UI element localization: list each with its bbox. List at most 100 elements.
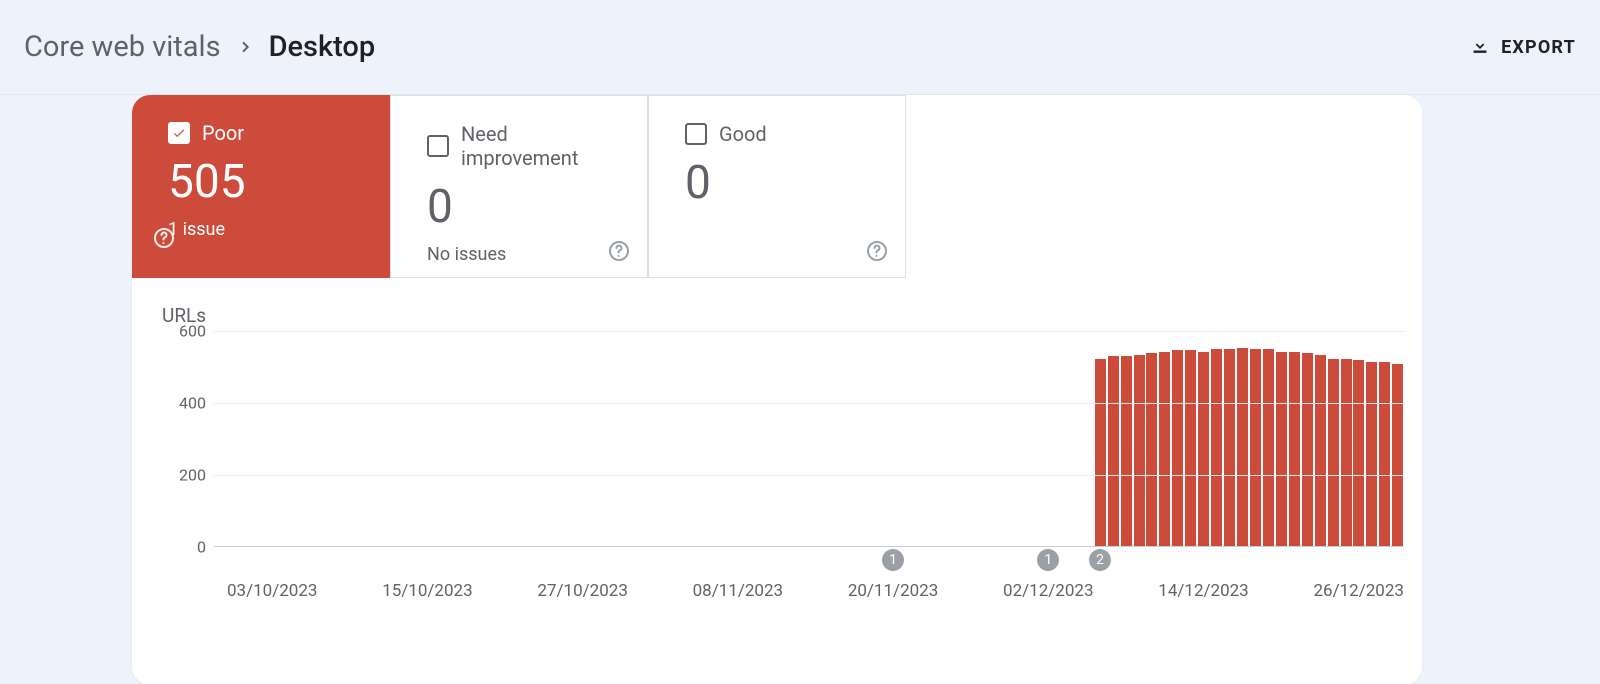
- chart-annotation-badge[interactable]: 1: [1037, 549, 1059, 571]
- chart-bar-slot: [253, 331, 266, 546]
- chart-bar-slot: [641, 331, 654, 546]
- export-label: EXPORT: [1501, 37, 1576, 58]
- chart-bar[interactable]: [1289, 352, 1300, 546]
- chart-bar-slot: [900, 331, 913, 546]
- status-value: 0: [427, 180, 617, 234]
- chart-bar-slot: [589, 331, 602, 546]
- chart-bar[interactable]: [1237, 348, 1248, 546]
- chart-bar-slot: [499, 331, 512, 546]
- status-box-poor[interactable]: Poor 505 1 issue: [132, 95, 390, 278]
- chart-bar-slot: [486, 331, 499, 546]
- chart-bar[interactable]: [1159, 352, 1170, 546]
- chart-bar-slot: [913, 331, 926, 546]
- chart-gridline: [214, 403, 1404, 404]
- chart-bar-slot: [343, 331, 356, 546]
- chart-bar[interactable]: [1121, 356, 1132, 546]
- chart-bar-slot: [654, 331, 667, 546]
- chart-bar-slot: [330, 331, 343, 546]
- breadcrumb-parent[interactable]: Core web vitals: [24, 30, 221, 64]
- chart-x-tick: 15/10/2023: [382, 581, 472, 601]
- chart-bar-slot: [563, 331, 576, 546]
- chart-bar-slot: [680, 331, 693, 546]
- chart-bar-slot: [1146, 331, 1159, 546]
- chart-bar[interactable]: [1263, 349, 1274, 546]
- chart-bar-slot: [356, 331, 369, 546]
- chart-bar-slot: [369, 331, 382, 546]
- chart-bar-slot: [719, 331, 732, 546]
- checkbox-poor[interactable]: [168, 122, 190, 144]
- chart-bar-slot: [1094, 331, 1107, 546]
- help-icon[interactable]: [865, 239, 889, 263]
- chart-bar[interactable]: [1134, 355, 1145, 546]
- breadcrumb-current: Desktop: [269, 30, 376, 64]
- chart-bar[interactable]: [1172, 350, 1183, 546]
- help-icon[interactable]: [607, 239, 631, 263]
- chart-x-tick: 27/10/2023: [537, 581, 627, 601]
- chart-bar-slot: [1275, 331, 1288, 546]
- chart-gridline: [214, 475, 1404, 476]
- chart-bar-slot: [1340, 331, 1353, 546]
- chart-bar[interactable]: [1276, 352, 1287, 546]
- chart-x-tick: 03/10/2023: [227, 581, 317, 601]
- chart-bar[interactable]: [1146, 353, 1157, 546]
- chart-bar[interactable]: [1185, 350, 1196, 546]
- chart-bar[interactable]: [1315, 355, 1326, 546]
- chart-bar[interactable]: [1341, 359, 1352, 546]
- chart-y-axis-label: URLs: [162, 304, 1404, 327]
- chart-y-tick: 600: [179, 322, 206, 341]
- chart-bars: [214, 331, 1404, 546]
- chart-y-ticks: 0200400600: [156, 331, 206, 547]
- chart-y-tick: 400: [179, 394, 206, 413]
- chart-bar[interactable]: [1302, 353, 1313, 546]
- status-box-need-improvement[interactable]: Need improvement 0 No issues: [390, 95, 648, 278]
- chart-annotation-badge[interactable]: 1: [882, 549, 904, 571]
- chart-bar-slot: [1042, 331, 1055, 546]
- status-box-good[interactable]: Good 0: [648, 95, 906, 278]
- chart-bar[interactable]: [1211, 349, 1222, 546]
- chart-bar-slot: [693, 331, 706, 546]
- chart-bar[interactable]: [1095, 359, 1106, 546]
- chart-bar-slot: [1016, 331, 1029, 546]
- chart-bar-slot: [1249, 331, 1262, 546]
- chart-bar-slot: [822, 331, 835, 546]
- help-icon[interactable]: [152, 235, 176, 254]
- chart-bar-slot: [292, 331, 305, 546]
- chart-bar[interactable]: [1198, 352, 1209, 546]
- chart-plot[interactable]: [214, 331, 1404, 547]
- chart-bar[interactable]: [1108, 356, 1119, 546]
- chart-bar-slot: [732, 331, 745, 546]
- chart-bar[interactable]: [1366, 362, 1377, 546]
- breadcrumb: Core web vitals Desktop: [24, 30, 375, 64]
- chart-bar-slot: [382, 331, 395, 546]
- chart-bar-slot: [1236, 331, 1249, 546]
- status-label: Need improvement: [461, 122, 617, 170]
- chart-x-tick: 14/12/2023: [1158, 581, 1248, 601]
- chart-bar-slot: [408, 331, 421, 546]
- chart-bar-slot: [1107, 331, 1120, 546]
- chart-bar[interactable]: [1379, 362, 1390, 546]
- chart-y-tick: 200: [179, 466, 206, 485]
- checkbox-need-improvement[interactable]: [427, 135, 449, 157]
- main-card: Poor 505 1 issue Need improvement 0 No i…: [132, 95, 1422, 684]
- chart-x-tick: 08/11/2023: [693, 581, 783, 601]
- page-header: Core web vitals Desktop EXPORT: [0, 0, 1600, 95]
- chart-bar-slot: [1327, 331, 1340, 546]
- chart-bar-slot: [1003, 331, 1016, 546]
- chart-bar-slot: [227, 331, 240, 546]
- status-label: Poor: [202, 121, 244, 145]
- chart-annotation-row: 1 1 2: [214, 547, 1404, 573]
- chart-bar-slot: [628, 331, 641, 546]
- chart-bar[interactable]: [1250, 349, 1261, 546]
- chart-bar[interactable]: [1392, 364, 1403, 546]
- chart-bar[interactable]: [1328, 359, 1339, 546]
- chart-bar-slot: [240, 331, 253, 546]
- checkbox-good[interactable]: [685, 123, 707, 145]
- chart-bar[interactable]: [1224, 349, 1235, 546]
- chart-bar-slot: [602, 331, 615, 546]
- chart-bar-slot: [447, 331, 460, 546]
- chart-bar-slot: [744, 331, 757, 546]
- chart-bar-slot: [1365, 331, 1378, 546]
- chart-annotation-badge[interactable]: 2: [1089, 549, 1111, 571]
- chart-bar[interactable]: [1353, 360, 1364, 546]
- export-button[interactable]: EXPORT: [1469, 34, 1576, 61]
